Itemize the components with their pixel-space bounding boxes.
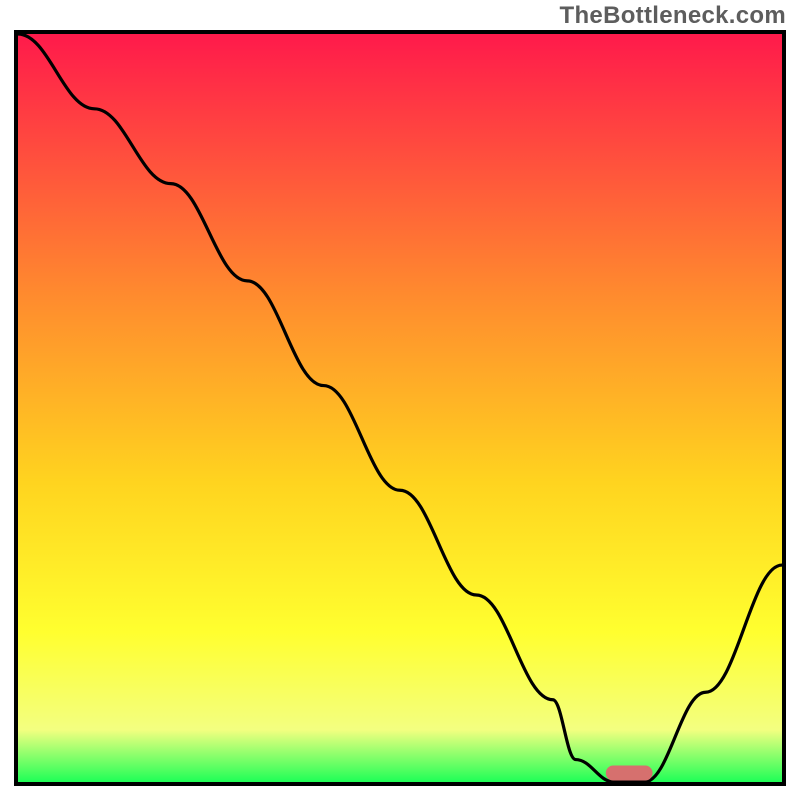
optimal-marker (606, 766, 652, 780)
plot-area (14, 30, 786, 786)
chart-frame: TheBottleneck.com (0, 0, 800, 800)
watermark-label: TheBottleneck.com (560, 2, 786, 30)
plot-svg (18, 34, 782, 782)
